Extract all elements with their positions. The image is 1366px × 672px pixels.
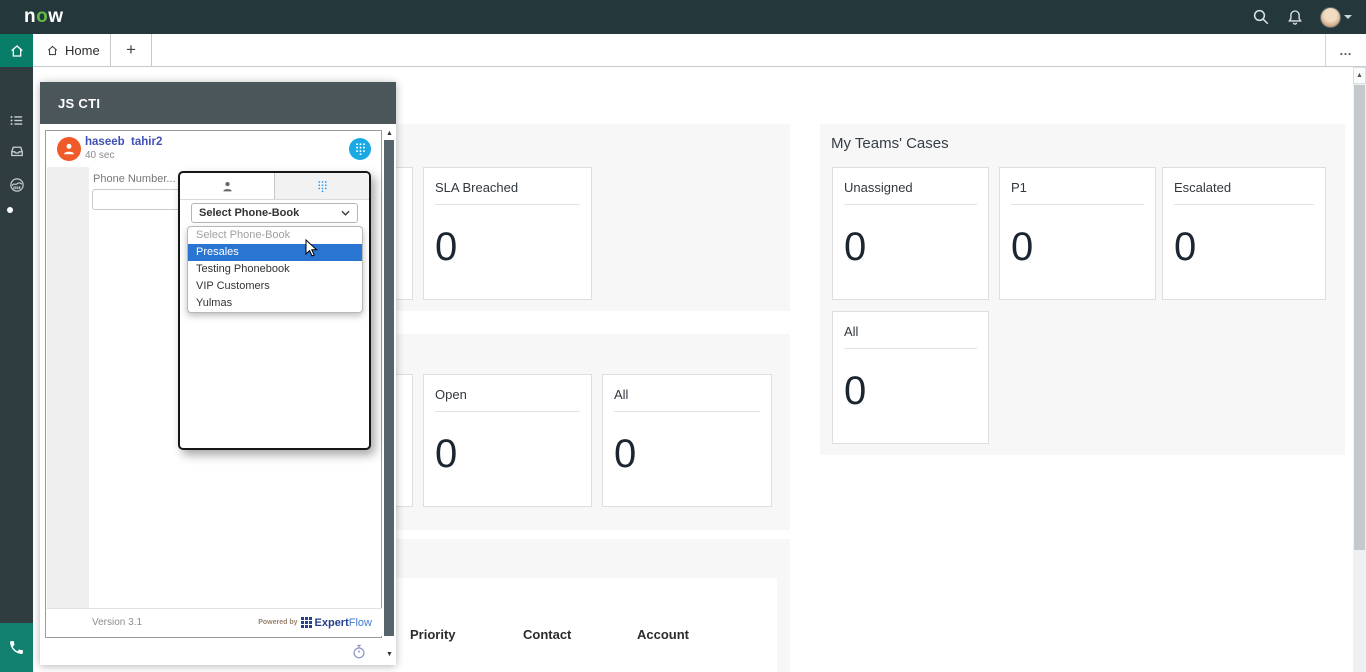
option-select-phonebook: Select Phone-Book: [188, 227, 362, 244]
user-menu[interactable]: [1320, 7, 1352, 28]
stat-card-all[interactable]: All 0: [602, 374, 772, 507]
sidebar-item-home[interactable]: [0, 34, 33, 67]
scroll-up-icon[interactable]: ▲: [1353, 67, 1366, 84]
section-title: My Teams' Cases: [831, 135, 949, 152]
option-vip-customers[interactable]: VIP Customers: [188, 278, 362, 295]
card-value: 0: [435, 225, 580, 270]
new-tab-button[interactable]: +: [111, 34, 152, 66]
section-cases-table: Priority Contact Account: [396, 539, 790, 672]
page-scrollbar-thumb[interactable]: [1354, 85, 1365, 550]
card-label: P1: [1011, 180, 1144, 205]
stat-card-sla-breached[interactable]: SLA Breached 0: [423, 167, 592, 300]
dialpad-icon: [355, 142, 366, 156]
list-icon: [8, 112, 25, 129]
timer-icon[interactable]: [352, 644, 366, 665]
card-value: 0: [614, 432, 760, 477]
tab-dialpad[interactable]: [274, 173, 369, 199]
active-call-row: haseeb tahir2 40 sec: [46, 131, 381, 167]
option-testing-phonebook[interactable]: Testing Phonebook: [188, 261, 362, 278]
sidebar-item-performance[interactable]: [0, 170, 33, 200]
phone-number-label: Phone Number...: [93, 173, 176, 185]
stat-card-escalated[interactable]: Escalated 0: [1162, 167, 1326, 300]
card-label: Open: [435, 387, 580, 412]
section-cases-top: SLA Breached 0: [396, 124, 790, 311]
card-value: 0: [435, 432, 580, 477]
person-icon: [62, 142, 76, 156]
card-value: 0: [844, 225, 977, 270]
popup-tabs: [180, 173, 369, 200]
stat-card-open[interactable]: Open 0: [423, 374, 592, 507]
card-label: All: [614, 387, 760, 412]
tab-contacts[interactable]: [180, 173, 274, 199]
logo-letter: w: [48, 6, 63, 27]
phonebook-select[interactable]: Select Phone-Book: [191, 203, 358, 223]
stat-card-all-teams[interactable]: All 0: [832, 311, 989, 444]
card-label: Unassigned: [844, 180, 977, 205]
option-presales[interactable]: Presales: [188, 244, 362, 261]
servicenow-workspace: now Home + …: [0, 0, 1366, 672]
notifications-bell-icon[interactable]: [1286, 8, 1304, 26]
chevron-down-icon: [341, 210, 350, 216]
dialpad-button[interactable]: [349, 138, 371, 160]
card-value: 0: [1011, 225, 1144, 270]
sidebar-item-lists[interactable]: [0, 105, 33, 135]
caller-name: haseeb tahir2: [85, 136, 162, 148]
tab-home-label: Home: [65, 43, 100, 58]
person-icon: [221, 180, 234, 193]
cti-footer: Version 3.1 Powered by ExpertFlow: [47, 608, 382, 636]
tab-bar: Home + …: [33, 34, 1366, 67]
logo-letter-o: o: [36, 6, 48, 27]
logo-letter: n: [24, 6, 36, 27]
cti-scrollbar-thumb[interactable]: [384, 140, 394, 636]
brand-expert: Expert: [315, 617, 349, 629]
phone-icon: [8, 639, 25, 656]
mouse-cursor: [305, 239, 318, 262]
section-cases-mid: Open 0 All 0: [396, 334, 790, 530]
cases-table: Priority Contact Account: [396, 578, 777, 672]
home-icon: [9, 43, 25, 59]
expertflow-brand: Powered by ExpertFlow: [258, 617, 372, 629]
now-logo[interactable]: now: [24, 6, 64, 28]
stat-card-p1[interactable]: P1 0: [999, 167, 1156, 300]
stat-card-unassigned[interactable]: Unassigned 0: [832, 167, 989, 300]
tab-home[interactable]: Home: [33, 34, 111, 66]
home-icon: [46, 44, 59, 57]
card-label: Escalated: [1174, 180, 1314, 205]
cti-panel-title: JS CTI: [40, 82, 396, 124]
phonebook-select-value: Select Phone-Book: [199, 207, 299, 219]
search-icon[interactable]: [1252, 8, 1270, 26]
card-value: 0: [1174, 225, 1314, 270]
notification-dot: [7, 207, 13, 213]
dialpad-icon: [317, 180, 328, 193]
column-header-contact[interactable]: Contact: [523, 627, 571, 642]
left-sidebar: [0, 34, 33, 672]
top-bar: now: [0, 0, 1366, 34]
cti-left-gutter: [47, 167, 89, 611]
scroll-up-icon[interactable]: ▲: [383, 127, 396, 140]
chevron-down-icon: [1344, 15, 1352, 19]
sidebar-item-inbox[interactable]: [0, 136, 33, 166]
page-scrollbar[interactable]: ▲: [1353, 67, 1366, 672]
card-label: SLA Breached: [435, 180, 580, 205]
brand-flow: Flow: [349, 617, 372, 629]
phone-panel-button[interactable]: [0, 623, 33, 672]
performance-globe-icon: [8, 176, 26, 194]
card-value: 0: [844, 369, 977, 414]
scroll-down-icon[interactable]: ▼: [383, 648, 396, 661]
inbox-icon: [8, 142, 26, 160]
user-avatar: [1320, 7, 1341, 28]
option-yulmas[interactable]: Yulmas: [188, 295, 362, 312]
section-my-teams-cases: My Teams' Cases Unassigned 0 P1 0 Escala…: [820, 124, 1345, 455]
more-tabs-button[interactable]: …: [1325, 34, 1366, 66]
column-header-account[interactable]: Account: [637, 627, 689, 642]
phonebook-popup: Select Phone-Book Select Phone-Book Pres…: [178, 171, 371, 450]
call-duration: 40 sec: [85, 150, 114, 161]
column-header-priority[interactable]: Priority: [410, 627, 456, 642]
caller-avatar: [57, 137, 81, 161]
phonebook-options-list: Select Phone-Book Presales Testing Phone…: [187, 226, 363, 313]
powered-by-label: Powered by: [258, 619, 297, 626]
expertflow-grid-icon: [301, 617, 312, 628]
version-label: Version 3.1: [92, 617, 142, 628]
card-label: All: [844, 324, 977, 349]
